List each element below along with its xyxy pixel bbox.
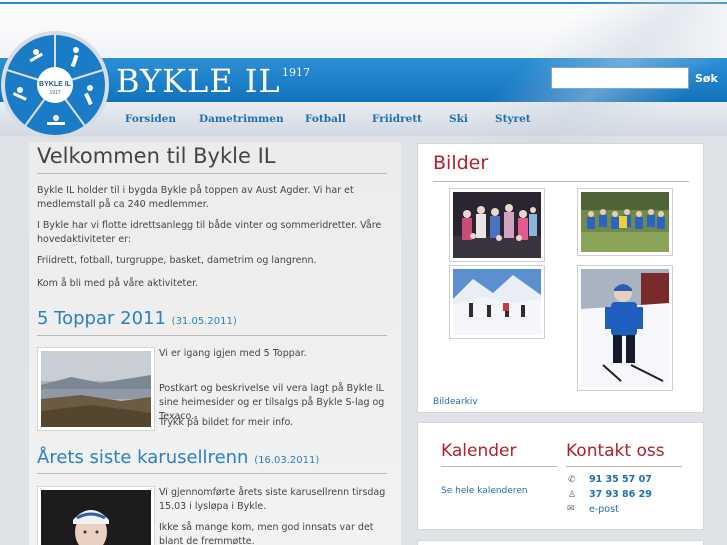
calendar-contact-panel: Kalender Se hele kalenderen Kontakt oss … (417, 422, 704, 530)
article-title[interactable]: Årets siste karusellrenn (16.03.2011) (37, 447, 319, 468)
welcome-paragraph-4: Kom å bli med på våre aktiviteter. (37, 278, 199, 289)
phone-icon: ✆ (568, 475, 576, 485)
football-team-photo (581, 192, 669, 252)
welcome-heading: Velkommen til Bykle IL (37, 144, 276, 168)
search-input[interactable] (551, 67, 689, 89)
gallery-title: Bilder (433, 152, 489, 174)
skier-photo (41, 490, 151, 545)
person-icon: ♙ (568, 490, 577, 500)
logo-text: BYKLE IL (39, 81, 72, 88)
calendar-rule (441, 466, 557, 467)
ski-trip-photo (453, 269, 541, 335)
contact-rule (566, 466, 682, 467)
mountain-photo (41, 351, 151, 427)
article-title-text[interactable]: 5 Toppar 2011 (37, 308, 166, 329)
welcome-paragraph-3: Friidrett, fotball, turgruppe, basket, d… (37, 255, 317, 266)
calendar-link[interactable]: Se hele kalenderen (441, 486, 528, 496)
club-logo[interactable]: BYKLE IL 1917 (0, 30, 110, 140)
group-photo (453, 192, 541, 258)
welcome-paragraph-1: Bykle IL holder til i bygda Bykle på top… (37, 185, 354, 210)
gallery-panel: Bilder Bildearkiv (417, 143, 704, 413)
article-paragraph-3: Trykk på bildet for meir info. (159, 417, 294, 428)
site-year: 1917 (282, 66, 310, 79)
mail-icon: ✉ (567, 504, 575, 514)
article-date: (31.05.2011) (171, 316, 237, 327)
article-paragraph-1: Vi gjennomførte årets siste karusellrenn… (159, 487, 386, 512)
article-title-text[interactable]: Årets siste karusellrenn (37, 447, 248, 468)
gallery-thumbnail[interactable] (577, 188, 673, 256)
welcome-paragraph-2: I Bykle har vi flotte idrettsanlegg til … (37, 220, 382, 245)
nav-ski[interactable]: Ski (449, 113, 468, 125)
article-title[interactable]: 5 Toppar 2011 (31.05.2011) (37, 308, 237, 329)
child-skier-photo (581, 269, 669, 387)
contact-phone-2: 37 93 86 29 (589, 489, 652, 500)
gallery-thumbnail[interactable] (577, 265, 673, 391)
gallery-thumbnail[interactable] (449, 265, 545, 339)
nav-friidrett[interactable]: Friidrett (372, 113, 422, 125)
next-panel (417, 540, 704, 545)
gallery-thumbnail[interactable] (449, 188, 545, 262)
article-image[interactable] (37, 347, 155, 431)
article-paragraph-2: Ikke så mange kom, men god innsats var d… (159, 522, 374, 545)
contact-phone-1: 91 35 57 07 (589, 474, 652, 485)
site-title: BYKLE IL (116, 62, 281, 100)
nav-styret[interactable]: Styret (495, 113, 531, 125)
calendar-title: Kalender (441, 441, 517, 461)
nav-fotball[interactable]: Fotball (305, 113, 346, 125)
gallery-archive-link[interactable]: Bildearkiv (433, 397, 478, 407)
heading-rule (37, 173, 387, 174)
article-rule (37, 473, 387, 474)
article-rule (37, 335, 387, 336)
nav-dametrimmen[interactable]: Dametrimmen (199, 113, 284, 125)
article-paragraph-1: Vi er igang igjen med 5 Toppar. (159, 348, 307, 359)
contact-title: Kontakt oss (566, 441, 665, 461)
article-date: (16.03.2011) (254, 455, 320, 466)
contact-email-link[interactable]: e-post (589, 504, 619, 515)
search-button[interactable]: Søk (692, 67, 724, 89)
logo-year: 1917 (49, 90, 60, 96)
main-content: Velkommen til Bykle IL Bykle IL holder t… (29, 142, 401, 545)
gallery-rule (433, 181, 689, 182)
article-image[interactable] (37, 486, 155, 545)
nav-forsiden[interactable]: Forsiden (125, 113, 176, 125)
